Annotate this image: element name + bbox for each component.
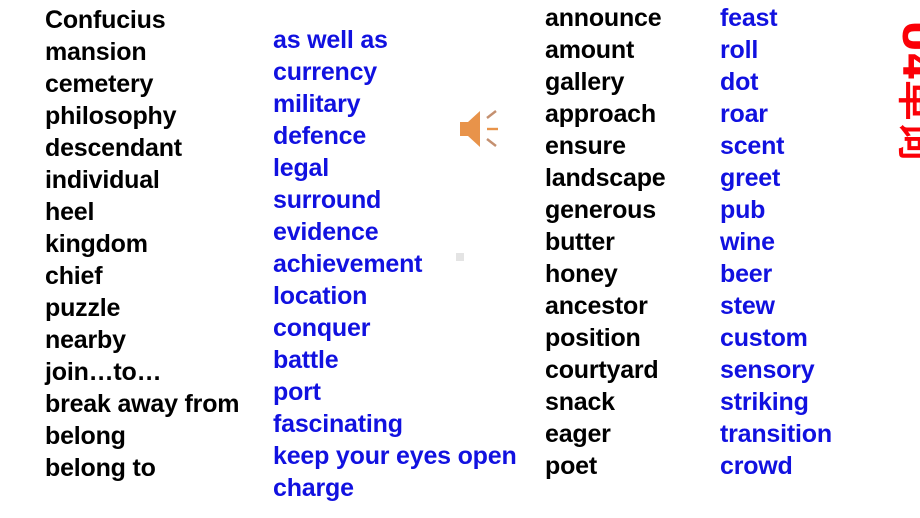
vocabulary-word: butter (545, 228, 615, 256)
vocabulary-word: legal (273, 154, 329, 182)
vocabulary-word: Confucius (45, 6, 166, 34)
vocabulary-word: conquer (273, 314, 371, 342)
vocabulary-word: scent (720, 132, 785, 160)
speaker-audio-icon[interactable] (458, 108, 504, 150)
vocabulary-word: dot (720, 68, 759, 96)
vocabulary-word: beer (720, 260, 773, 288)
vocabulary-word: crowd (720, 452, 793, 480)
vocabulary-word: feast (720, 4, 778, 32)
word-column-4: feast roll dot roar scent greet pub wine beer ste… (720, 2, 832, 482)
word-column-2: as well as currency military defence legal su… (273, 24, 517, 504)
vocabulary-word: striking (720, 388, 809, 416)
vocabulary-word: as well as (273, 26, 388, 54)
vocabulary-word: amount (545, 36, 635, 64)
vocabulary-word: snack (545, 388, 615, 416)
vocabulary-word: philosophy (45, 102, 177, 130)
vocabulary-word: kingdom (45, 230, 148, 258)
vocabulary-word: custom (720, 324, 808, 352)
vocabulary-word: eager (545, 420, 611, 448)
vocabulary-word: fascinating (273, 410, 403, 438)
vocabulary-slide: Confucius mansion cemetery philosophy descen… (0, 0, 920, 518)
vocabulary-word: approach (545, 100, 656, 128)
vocabulary-word: greet (720, 164, 781, 192)
vocabulary-word: gallery (545, 68, 625, 96)
word-column-3: announce amount gallery approach ensure lands… (545, 2, 666, 482)
vocabulary-word: port (273, 378, 321, 406)
placeholder-marker-icon (456, 253, 464, 261)
vocabulary-word: individual (45, 166, 160, 194)
vocabulary-word: achievement (273, 250, 423, 278)
vocabulary-word: puzzle (45, 294, 121, 322)
vocabulary-word: announce (545, 4, 662, 32)
vocabulary-word: charge (273, 474, 354, 502)
vocabulary-word: battle (273, 346, 339, 374)
vocabulary-word: sensory (720, 356, 815, 384)
vocabulary-word: wine (720, 228, 775, 256)
vocabulary-word: landscape (545, 164, 666, 192)
vocabulary-word: nearby (45, 326, 126, 354)
vocabulary-word: location (273, 282, 368, 310)
slide-side-title: U4单词 (893, 20, 920, 161)
vocabulary-word: position (545, 324, 641, 352)
vocabulary-word: ancestor (545, 292, 648, 320)
vocabulary-word: chief (45, 262, 103, 290)
word-column-1: Confucius mansion cemetery philosophy descen… (45, 4, 240, 484)
vocabulary-word: cemetery (45, 70, 154, 98)
speaker-audio-icon-glyph (460, 110, 498, 147)
vocabulary-word: roll (720, 36, 759, 64)
vocabulary-word: honey (545, 260, 618, 288)
vocabulary-word: stew (720, 292, 775, 320)
vocabulary-word: transition (720, 420, 832, 448)
vocabulary-word: roar (720, 100, 768, 128)
vocabulary-word: keep your eyes open (273, 442, 517, 470)
vocabulary-word: evidence (273, 218, 379, 246)
vocabulary-word: mansion (45, 38, 147, 66)
vocabulary-word: generous (545, 196, 656, 224)
vocabulary-word: heel (45, 198, 95, 226)
vocabulary-word: join…to… (45, 358, 162, 386)
vocabulary-word: courtyard (545, 356, 659, 384)
vocabulary-word: currency (273, 58, 378, 86)
vocabulary-word: pub (720, 196, 766, 224)
vocabulary-word: belong (45, 422, 126, 450)
vocabulary-word: descendant (45, 134, 182, 162)
vocabulary-word: poet (545, 452, 597, 480)
vocabulary-word: ensure (545, 132, 626, 160)
vocabulary-word: belong to (45, 454, 156, 482)
vocabulary-word: break away from (45, 390, 240, 418)
vocabulary-word: surround (273, 186, 382, 214)
